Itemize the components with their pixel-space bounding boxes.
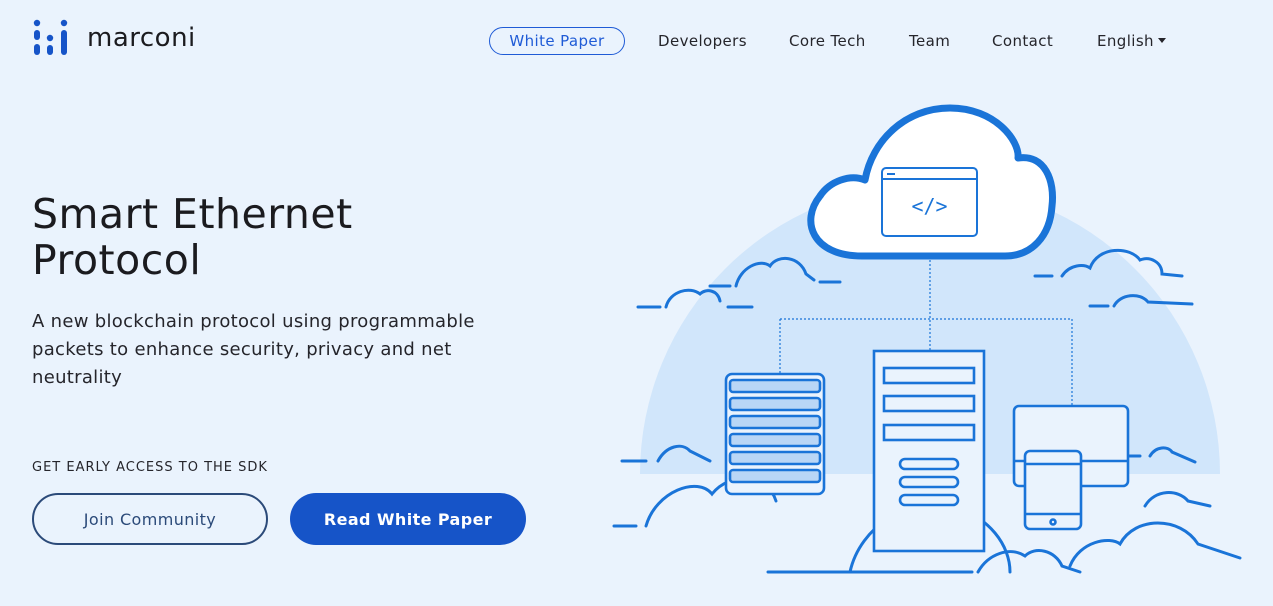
nav-team[interactable]: Team	[909, 32, 950, 50]
nav-white-paper[interactable]: White Paper	[489, 26, 625, 55]
title-line-2: Protocol	[32, 236, 202, 284]
hero-subtitle: A new blockchain protocol using programm…	[32, 311, 475, 388]
title-line-1: Smart Ethernet	[32, 190, 353, 238]
nav-core-tech[interactable]: Core Tech	[789, 32, 866, 50]
brand-name: marconi	[87, 23, 196, 53]
marconi-logo-icon	[33, 19, 68, 55]
cloud-icon	[807, 104, 1057, 260]
read-white-paper-button[interactable]: Read White Paper	[290, 493, 526, 545]
tablet-icon	[1023, 449, 1083, 531]
nav-developers[interactable]: Developers	[658, 32, 747, 50]
language-selector[interactable]: English	[1097, 32, 1166, 50]
server-tower-icon	[872, 349, 986, 553]
network-illustration: </>	[612, 104, 1242, 574]
code-glyph: </>	[911, 194, 947, 218]
nav-contact[interactable]: Contact	[992, 32, 1053, 50]
caret-down-icon	[1157, 38, 1166, 43]
logo[interactable]: marconi	[33, 19, 196, 57]
main-nav: White Paper Developers Core Tech Team Co…	[489, 25, 1166, 56]
language-label: English	[1097, 31, 1154, 50]
server-icon	[724, 372, 826, 496]
page-title: Smart Ethernet Protocol	[32, 191, 452, 283]
sdk-label: GET EARLY ACCESS TO THE SDK	[32, 460, 268, 475]
join-community-button[interactable]: Join Community	[32, 493, 268, 545]
